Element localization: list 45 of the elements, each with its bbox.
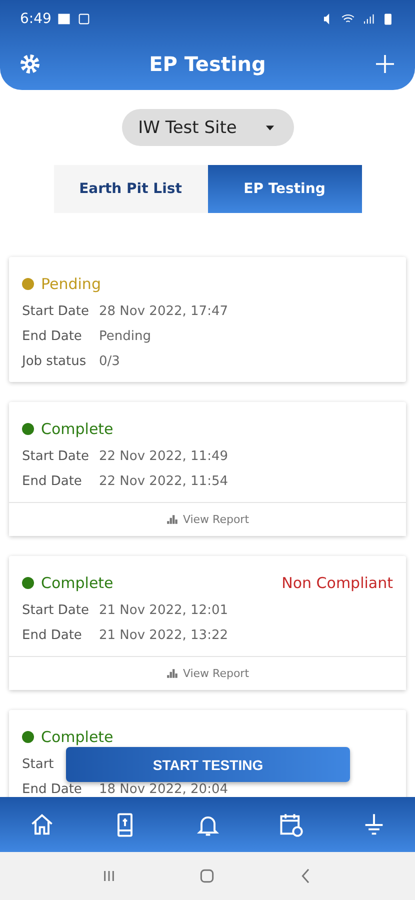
field-label: Start <box>22 757 55 772</box>
home-icon <box>28 812 54 838</box>
field-label: End Date <box>22 474 83 489</box>
view-report-button[interactable]: View Report <box>9 656 406 690</box>
field-value: 18 Nov 2022, 20:04 <box>99 782 228 797</box>
tab[interactable]: Earth Pit List <box>54 165 208 213</box>
settings-icon <box>18 52 42 76</box>
notification-icon <box>77 12 92 26</box>
settings-button[interactable] <box>18 52 42 76</box>
field-value: 22 Nov 2022, 11:49 <box>99 449 228 464</box>
job-card[interactable]: Complete Start Date 22 Nov 2022, 11:49 End Date 22 Nov 2022, 11:54 View Report <box>9 402 406 536</box>
field-label: Start Date <box>22 449 90 464</box>
job-status: Complete <box>41 574 114 592</box>
start-testing-button[interactable]: START TESTING <box>66 747 350 782</box>
job-card[interactable]: Pending Start Date 28 Nov 2022, 17:47 End Date Pending Job status 0/3 <box>9 257 406 382</box>
site-dropdown[interactable]: IW Test Site <box>122 109 294 146</box>
field-value: 22 Nov 2022, 11:54 <box>99 474 228 489</box>
field-label: End Date <box>22 628 83 643</box>
field-value: 21 Nov 2022, 12:01 <box>99 603 228 618</box>
schedule-tab[interactable] <box>278 812 304 838</box>
field-label: End Date <box>22 329 83 344</box>
field-value: 21 Nov 2022, 13:22 <box>99 628 228 643</box>
plus-icon <box>373 52 397 76</box>
view-report-button[interactable]: View Report <box>9 502 406 536</box>
bar-chart-icon <box>166 667 179 680</box>
field-label: Start Date <box>22 304 90 319</box>
tab[interactable]: EP Testing <box>208 165 362 213</box>
add-button[interactable] <box>373 52 397 76</box>
calendar-clock-icon <box>278 812 304 838</box>
field-value: 0/3 <box>99 354 120 369</box>
job-status: Pending <box>41 275 101 293</box>
job-card[interactable]: Complete Non Compliant Start Date 21 Nov 2022, 12:01 End Date 21 Nov 2022, 13:22 View Report <box>9 556 406 690</box>
field-value: 28 Nov 2022, 17:47 <box>99 304 228 319</box>
job-status: Complete <box>41 420 114 438</box>
field-label: Job status <box>22 354 88 369</box>
field-label: End Date <box>22 782 83 797</box>
job-status: Complete <box>41 728 114 746</box>
signal-icon <box>361 12 375 26</box>
compliance-status: Non Compliant <box>282 574 393 592</box>
home-tab[interactable] <box>28 812 54 838</box>
bar-chart-icon <box>166 513 179 526</box>
field-value: Pending <box>99 329 151 344</box>
field-label: Start Date <box>22 603 90 618</box>
status-time: 6:49 <box>20 11 52 27</box>
screen-title: EP Testing <box>148 52 267 76</box>
